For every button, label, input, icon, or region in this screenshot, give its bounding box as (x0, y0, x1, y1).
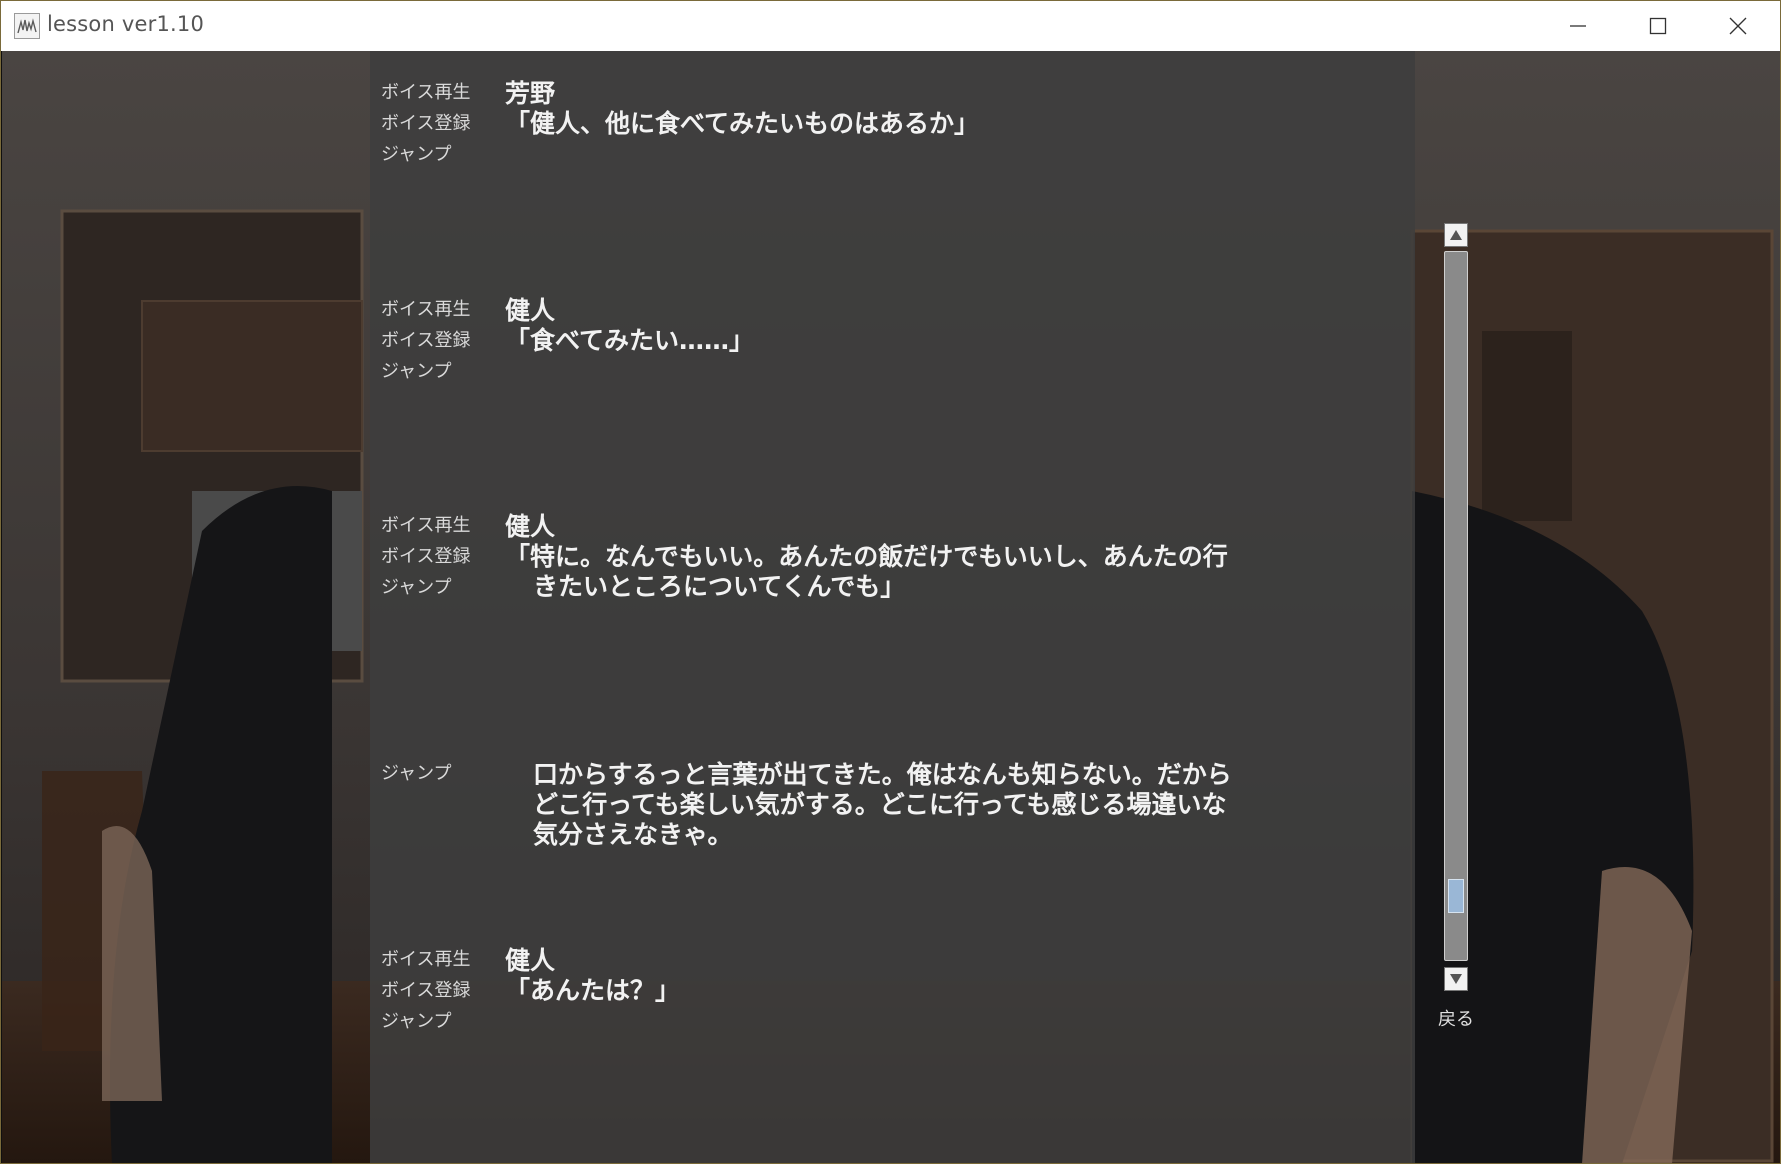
voice-play-button[interactable]: ボイス再生 (381, 294, 481, 325)
voice-play-button[interactable]: ボイス再生 (381, 944, 481, 975)
voice-register-button[interactable]: ボイス登録 (381, 325, 481, 356)
entry-text: 健人 「食べてみたい……」 (505, 294, 1385, 356)
close-button[interactable] (1699, 1, 1777, 51)
window-title: lesson ver1.10 (47, 12, 205, 36)
minimize-icon (1570, 25, 1586, 27)
entry-actions: ボイス再生 ボイス登録 ジャンプ (381, 77, 481, 170)
voice-play-button[interactable]: ボイス再生 (381, 510, 481, 541)
entry-actions: ジャンプ (381, 758, 481, 789)
speaker-name: 健人 (505, 296, 556, 325)
dialogue-line: 「特に。なんでもいい。あんたの飯だけでもいいし、あんたの行 (505, 542, 1228, 571)
scroll-track[interactable] (1444, 251, 1468, 961)
entry-actions: ボイス再生 ボイス登録 ジャンプ (381, 510, 481, 603)
voice-register-button[interactable]: ボイス登録 (381, 541, 481, 572)
scroll-thumb[interactable] (1448, 879, 1464, 913)
title-bar[interactable]: lesson ver1.10 (1, 1, 1780, 51)
speaker-name: 芳野 (505, 79, 556, 108)
entry-actions: ボイス再生 ボイス登録 ジャンプ (381, 294, 481, 387)
scroll-up-button[interactable] (1444, 223, 1468, 247)
game-window: lesson ver1.10 ボイス再生 ボイス登録 ジャンプ 芳野 「健人、他… (0, 0, 1781, 1164)
maximize-icon (1649, 17, 1667, 35)
entry-text: 健人 「特に。なんでもいい。あんたの飯だけでもいいし、あんたの行 きたいところに… (505, 510, 1385, 602)
scroll-down-button[interactable] (1444, 967, 1468, 991)
dialogue-line: 「健人、他に食べてみたいものはあるか」 (505, 109, 980, 138)
narration-line: どこ行っても楽しい気がする。どこに行っても感じる場違いな (533, 790, 1227, 819)
dialogue-line: きたいところについてくんでも」 (533, 572, 906, 601)
jump-button[interactable]: ジャンプ (381, 139, 481, 170)
speaker-name (505, 730, 1385, 760)
jump-button[interactable]: ジャンプ (381, 758, 481, 789)
speaker-name: 健人 (505, 512, 556, 541)
backlog-scrollbar[interactable] (1444, 223, 1468, 991)
entry-text: 健人 「あんたは？」 (505, 944, 1385, 1006)
game-screen: ボイス再生 ボイス登録 ジャンプ 芳野 「健人、他に食べてみたいものはあるか」 … (2, 51, 1780, 1163)
app-icon (14, 13, 40, 39)
minimize-button[interactable] (1539, 1, 1617, 51)
close-icon (1729, 17, 1747, 35)
jump-button[interactable]: ジャンプ (381, 572, 481, 603)
voice-register-button[interactable]: ボイス登録 (381, 975, 481, 1006)
back-button[interactable]: 戻る (1432, 1005, 1480, 1035)
maximize-button[interactable] (1619, 1, 1697, 51)
entry-text: 口からするっと言葉が出てきた。俺はなんも知らない。だから どこ行っても楽しい気が… (505, 728, 1385, 850)
triangle-down-icon (1450, 974, 1462, 984)
speaker-name: 健人 (505, 946, 556, 975)
dialogue-line: 「食べてみたい……」 (505, 326, 755, 355)
voice-register-button[interactable]: ボイス登録 (381, 108, 481, 139)
backlog-panel: ボイス再生 ボイス登録 ジャンプ 芳野 「健人、他に食べてみたいものはあるか」 … (370, 51, 1415, 1163)
jump-button[interactable]: ジャンプ (381, 356, 481, 387)
dialogue-line: 「あんたは？」 (505, 976, 681, 1005)
entry-text: 芳野 「健人、他に食べてみたいものはあるか」 (505, 77, 1385, 139)
voice-play-button[interactable]: ボイス再生 (381, 77, 481, 108)
triangle-up-icon (1450, 230, 1462, 240)
jump-button[interactable]: ジャンプ (381, 1006, 481, 1037)
narration-line: 口からするっと言葉が出てきた。俺はなんも知らない。だから (533, 760, 1232, 789)
narration-line: 気分さえなきゃ。 (533, 820, 733, 849)
entry-actions: ボイス再生 ボイス登録 ジャンプ (381, 944, 481, 1037)
